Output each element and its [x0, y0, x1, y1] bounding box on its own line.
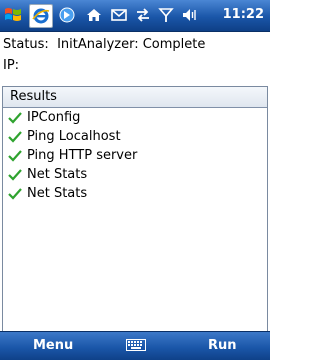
list-item-label: Net Stats: [27, 167, 88, 182]
connectivity-icon[interactable]: [132, 4, 154, 26]
list-item-label: Ping HTTP server: [27, 148, 138, 163]
signal-icon[interactable]: [155, 4, 177, 26]
checkmark-icon: [8, 149, 22, 162]
status-line: Status: InitAnalyzer: Complete: [3, 37, 205, 52]
mail-icon[interactable]: [108, 4, 130, 26]
checkmark-icon: [8, 111, 22, 124]
softkey-bar: Menu Run: [0, 331, 270, 360]
ie-icon[interactable]: [29, 4, 53, 28]
list-item-label: IPConfig: [27, 110, 81, 125]
menu-softkey[interactable]: Menu: [33, 338, 73, 353]
checkmark-icon: [8, 168, 22, 181]
list-item[interactable]: Net Stats: [3, 184, 267, 203]
start-icon[interactable]: [2, 4, 24, 26]
results-list[interactable]: Results IPConfig Ping Localhost Ping HTT…: [2, 86, 268, 333]
list-item[interactable]: Ping Localhost: [3, 127, 267, 146]
keyboard-icon[interactable]: [126, 339, 146, 351]
list-item-label: Net Stats: [27, 186, 88, 201]
checkmark-icon: [8, 130, 22, 143]
list-item[interactable]: IPConfig: [3, 108, 267, 127]
screen: 11:22 Status: InitAnalyzer: Complete IP:…: [0, 0, 270, 360]
arrow-icon[interactable]: [56, 4, 78, 26]
ip-label: IP:: [3, 58, 20, 73]
ip-line: IP:: [3, 58, 19, 73]
status-label: Status:: [3, 37, 49, 52]
home-icon[interactable]: [83, 4, 105, 26]
results-header[interactable]: Results: [3, 87, 267, 108]
status-value: InitAnalyzer: Complete: [57, 37, 206, 52]
title-bar: 11:22: [0, 0, 270, 32]
checkmark-icon: [8, 187, 22, 200]
run-softkey[interactable]: Run: [208, 338, 237, 353]
list-item[interactable]: Net Stats: [3, 165, 267, 184]
list-item-label: Ping Localhost: [27, 129, 121, 144]
clock[interactable]: 11:22: [223, 7, 264, 22]
volume-icon[interactable]: [178, 4, 200, 26]
list-item[interactable]: Ping HTTP server: [3, 146, 267, 165]
